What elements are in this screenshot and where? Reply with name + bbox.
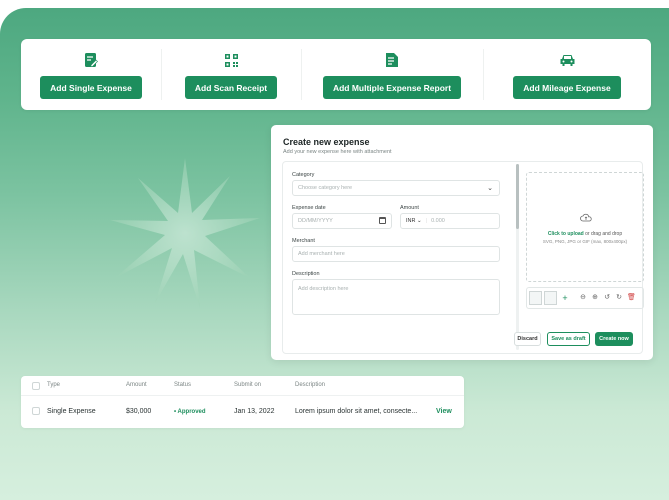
action-single-expense: Add Single Expense (21, 39, 161, 110)
amount-field[interactable]: INR ⌄ | 0.000 (400, 213, 500, 229)
merchant-placeholder: Add merchant here (298, 251, 345, 257)
attachment-thumbnail[interactable] (529, 291, 542, 305)
rotate-left-icon[interactable]: ↺ (603, 294, 611, 302)
add-attachment-icon[interactable]: + (559, 291, 571, 305)
chevron-down-icon: ⌄ (487, 185, 493, 192)
column-header-description: Description (295, 382, 326, 388)
description-placeholder: Add description here (298, 286, 349, 292)
currency-select[interactable]: INR ⌄ (406, 218, 422, 224)
discard-button[interactable]: Discard (514, 332, 541, 346)
category-label: Category (292, 172, 315, 178)
row-type: Single Expense (47, 408, 96, 415)
panel-subtitle: Add your new expense here with attachmen… (283, 149, 392, 155)
row-submit-date: Jan 13, 2022 (234, 408, 275, 415)
action-mileage-expense: Add Mileage Expense (483, 39, 651, 110)
form-scrollbar[interactable] (516, 164, 519, 350)
add-single-expense-button[interactable]: Add Single Expense (40, 76, 142, 99)
qr-scan-icon (222, 51, 240, 69)
column-header-amount: Amount (126, 382, 147, 388)
calendar-icon[interactable] (379, 217, 386, 224)
row-description: Lorem ipsum dolor sit amet, consecte... (295, 408, 418, 415)
expense-date-label: Expense date (292, 205, 326, 211)
upload-instruction: Click to upload or drag and drop (527, 231, 643, 237)
merchant-label: Merchant (292, 238, 315, 244)
select-all-checkbox[interactable] (32, 382, 40, 390)
panel-title: Create new expense (283, 137, 370, 147)
header-divider (21, 395, 464, 396)
edit-document-icon (82, 51, 100, 69)
amount-label: Amount (400, 205, 419, 211)
create-expense-panel: Create new expense Add your new expense … (271, 125, 653, 360)
upload-cloud-icon (580, 213, 592, 222)
amount-placeholder: 0.000 (431, 218, 445, 224)
quick-actions-bar: Add Single Expense Add Scan Receipt Add … (21, 39, 651, 110)
description-textarea[interactable]: Add description here (292, 279, 500, 315)
row-checkbox[interactable] (32, 407, 40, 415)
action-multiple-expense: Add Multiple Expense Report (301, 39, 483, 110)
report-icon (383, 51, 401, 69)
create-now-button[interactable]: Create now (595, 332, 633, 346)
attachment-thumbnail[interactable] (544, 291, 557, 305)
status-badge: • Approved (174, 409, 206, 415)
add-mileage-expense-button[interactable]: Add Mileage Expense (513, 76, 621, 99)
attachment-toolbar: + ⊖ ⊕ ↺ ↻ 🗑 (526, 287, 644, 309)
date-placeholder: DD/MM/YYYY (298, 218, 333, 224)
currency-chevron-icon: ⌄ (415, 218, 422, 224)
merchant-input[interactable]: Add merchant here (292, 246, 500, 262)
car-icon (558, 51, 576, 69)
status-text: Approved (177, 409, 206, 415)
expense-form: Category Choose category here ⌄ Expense … (282, 161, 644, 354)
scrollbar-thumb[interactable] (516, 164, 519, 229)
upload-dropzone[interactable]: Click to upload or drag and drop SVG, PN… (526, 172, 644, 282)
description-label: Description (292, 271, 320, 277)
expense-table: Type Amount Status Submit on Description… (21, 376, 464, 428)
view-link[interactable]: View (436, 408, 452, 415)
amount-divider: | (425, 218, 428, 224)
zoom-in-icon[interactable]: ⊕ (591, 294, 599, 302)
column-header-status: Status (174, 382, 192, 388)
save-draft-button[interactable]: Save as draft (547, 332, 590, 346)
click-to-upload-link[interactable]: Click to upload (548, 231, 584, 237)
upload-text: or drag and drop (583, 231, 623, 237)
column-header-submit-on: Submit on (234, 382, 262, 388)
category-placeholder: Choose category here (298, 185, 353, 191)
add-multiple-expense-report-button[interactable]: Add Multiple Expense Report (322, 76, 462, 99)
row-amount: $30,000 (126, 408, 152, 415)
zoom-out-icon[interactable]: ⊖ (579, 294, 587, 302)
rotate-right-icon[interactable]: ↻ (615, 294, 623, 302)
column-header-type: Type (47, 382, 61, 388)
add-scan-receipt-button[interactable]: Add Scan Receipt (184, 76, 278, 99)
delete-icon[interactable]: 🗑 (627, 294, 636, 302)
category-select[interactable]: Choose category here ⌄ (292, 180, 500, 196)
expense-date-field[interactable]: DD/MM/YYYY (292, 213, 392, 229)
action-scan-receipt: Add Scan Receipt (161, 39, 301, 110)
upload-hint: SVG, PNG, JPG or GIF (max, 800x400px) (542, 239, 628, 244)
sparkle-decoration (110, 158, 260, 308)
